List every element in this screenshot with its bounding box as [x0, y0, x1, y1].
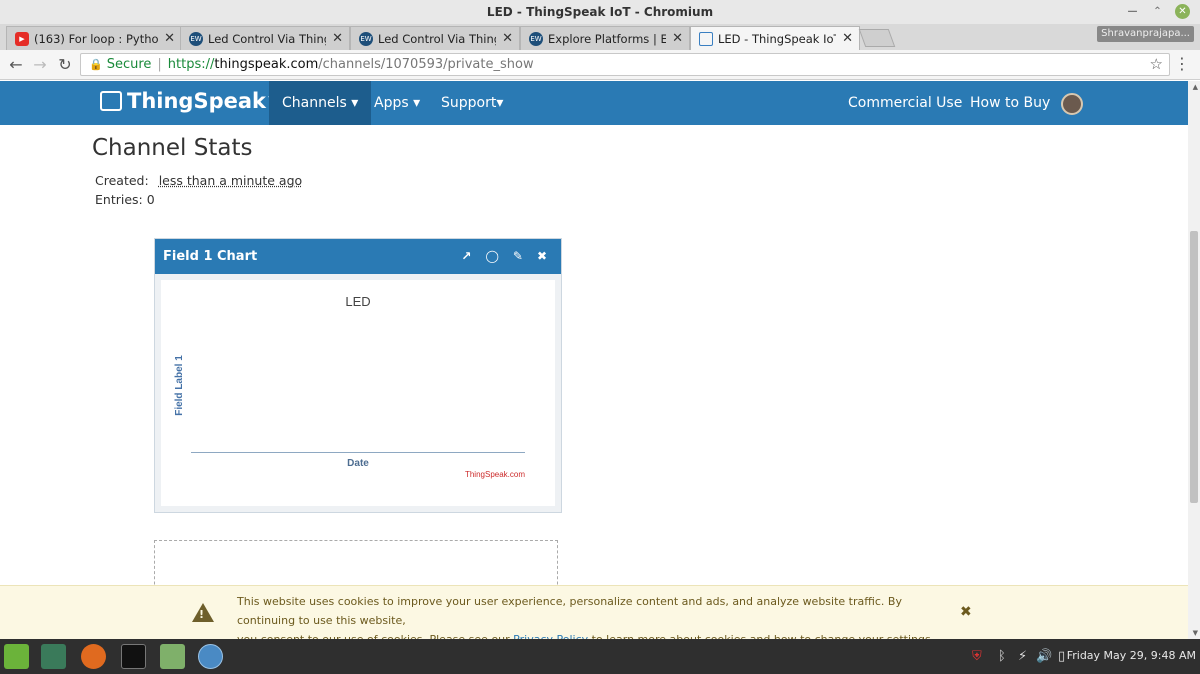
window-title: LED - ThingSpeak IoT - Chromium	[486, 5, 714, 19]
address-separator: |	[157, 57, 162, 72]
minimize-icon[interactable]: —	[1125, 4, 1140, 19]
nav-commercial-use[interactable]: Commercial Use	[835, 81, 975, 125]
window-title-bar: LED - ThingSpeak IoT - Chromium — ⌃ ✕	[0, 0, 1200, 24]
logo-text: ThingSpeak	[127, 89, 266, 113]
bookmark-star-icon[interactable]: ☆	[1150, 54, 1163, 75]
tab-label: Explore Platforms | Ele	[548, 31, 667, 46]
thingspeak-icon	[699, 31, 713, 46]
close-window-icon[interactable]: ✕	[1175, 4, 1190, 19]
tab-label: LED - ThingSpeak IoT	[718, 31, 837, 46]
lock-icon: 🔒	[89, 58, 103, 71]
cookie-close-icon[interactable]: ✖	[960, 604, 972, 620]
cookie-line-1: This website uses cookies to improve you…	[237, 595, 902, 627]
new-tab-button[interactable]	[858, 29, 896, 47]
thingspeak-navbar: ThingSpeak™ Channels ▾ Apps ▾ Support▾ C…	[0, 81, 1188, 125]
tab-led-control-1[interactable]: EW Led Control Via Thingsp ✕	[180, 26, 350, 50]
tab-youtube[interactable]: ▶ (163) For loop : Python t ✕	[6, 26, 182, 50]
tab-label: Led Control Via Thingsp	[378, 31, 496, 46]
y-axis-label: Field Label 1	[173, 355, 185, 416]
widget-title: Field 1 Chart	[163, 249, 258, 264]
thingspeak-logo-icon	[100, 91, 122, 111]
browser-toolbar: ← → ↻ 🔒 Secure | https://thingspeak.com/cha…	[0, 50, 1200, 80]
edit-pencil-icon[interactable]: ✎	[513, 239, 523, 274]
volume-icon[interactable]: 🔊	[1036, 649, 1052, 664]
entries-count: Entries: 0	[95, 192, 155, 207]
page-scrollbar[interactable]: ▲ ▼	[1188, 81, 1200, 639]
network-icon[interactable]: ⚡	[1018, 649, 1027, 664]
forward-arrow-icon[interactable]: →	[30, 55, 50, 74]
tab-close-icon[interactable]: ✕	[672, 31, 683, 46]
os-taskbar: ⛨ ᛒ ⚡ 🔊 ▯ Friday May 29, 9:48 AM	[0, 639, 1200, 674]
tab-label: (163) For loop : Python t	[34, 31, 159, 46]
cookie-banner: ! This website uses cookies to improve y…	[0, 585, 1188, 646]
tab-close-icon[interactable]: ✕	[332, 31, 343, 46]
terminal-icon[interactable]	[121, 644, 146, 669]
chromium-icon[interactable]	[198, 644, 223, 669]
taskbar-clock[interactable]: Friday May 29, 9:48 AM	[1067, 649, 1196, 662]
scroll-down-icon[interactable]: ▼	[1193, 629, 1198, 637]
nav-channels[interactable]: Channels ▾	[269, 81, 372, 125]
tab-label: Led Control Via Thingsp	[208, 31, 326, 46]
show-desktop-icon[interactable]	[41, 644, 66, 669]
chart-area: LED Field Label 1 Date ThingSpeak.com	[161, 280, 555, 506]
tab-strip: ▶ (163) For loop : Python t ✕ EW Led Con…	[0, 24, 1200, 50]
nav-apps[interactable]: Apps ▾	[361, 81, 433, 125]
x-axis-line	[191, 452, 525, 453]
youtube-icon: ▶	[15, 31, 29, 46]
chart-title: LED	[345, 294, 371, 309]
nav-support[interactable]: Support▾	[428, 81, 516, 125]
url-path: /channels/1070593/private_show	[318, 57, 534, 72]
user-avatar[interactable]	[1061, 93, 1083, 115]
tab-led-control-2[interactable]: EW Led Control Via Thingsp ✕	[350, 26, 520, 50]
thingspeak-logo[interactable]: ThingSpeak™	[100, 89, 276, 113]
reload-icon[interactable]: ↻	[55, 55, 75, 74]
browser-menu-icon[interactable]: ⋮	[1174, 54, 1190, 73]
chart-credit-link[interactable]: ThingSpeak.com	[465, 470, 525, 479]
created-row: Created: less than a minute ago	[95, 173, 302, 188]
created-label: Created:	[95, 173, 149, 188]
tab-close-icon[interactable]: ✕	[502, 31, 513, 46]
files-icon[interactable]	[160, 644, 185, 669]
window-controls: — ⌃ ✕	[1125, 4, 1190, 19]
nav-how-to-buy[interactable]: How to Buy	[957, 81, 1063, 125]
comment-icon[interactable]: ◯	[485, 239, 498, 274]
field1-chart-widget: Field 1 Chart ↗ ◯ ✎ ✖ LED Field Label 1 …	[154, 238, 562, 513]
ew-icon: EW	[359, 31, 373, 46]
external-link-icon[interactable]: ↗	[461, 239, 471, 274]
tab-thingspeak-active[interactable]: LED - ThingSpeak IoT ✕	[690, 26, 860, 50]
back-arrow-icon[interactable]: ←	[6, 55, 26, 74]
address-bar[interactable]: 🔒 Secure | https://thingspeak.com/channels/…	[80, 53, 1170, 76]
widget-actions: ↗ ◯ ✎ ✖	[461, 239, 547, 274]
tab-close-icon[interactable]: ✕	[842, 31, 853, 46]
created-value: less than a minute ago	[158, 173, 303, 188]
shield-icon[interactable]: ⛨	[972, 649, 982, 664]
bluetooth-icon[interactable]: ᛒ	[998, 649, 1006, 664]
url-protocol: https://	[167, 57, 215, 72]
widget-header: Field 1 Chart ↗ ◯ ✎ ✖	[155, 239, 561, 274]
x-axis-label: Date	[347, 458, 369, 469]
scrollbar-thumb[interactable]	[1190, 231, 1198, 503]
tab-explore-platforms[interactable]: EW Explore Platforms | Ele ✕	[520, 26, 690, 50]
url-host: thingspeak.com	[214, 57, 319, 72]
secure-label: Secure	[106, 57, 152, 72]
profile-button[interactable]: Shravanprajapa...	[1097, 26, 1194, 42]
ew-icon: EW	[189, 31, 203, 46]
ew-icon: EW	[529, 31, 543, 46]
warning-mark: !	[199, 608, 205, 621]
battery-icon[interactable]: ▯	[1058, 649, 1065, 664]
firefox-icon[interactable]	[81, 644, 106, 669]
scroll-up-icon[interactable]: ▲	[1193, 83, 1198, 91]
maximize-icon[interactable]: ⌃	[1150, 4, 1165, 19]
mint-menu-icon[interactable]	[4, 644, 29, 669]
channel-stats-heading: Channel Stats	[92, 135, 253, 161]
tab-close-icon[interactable]: ✕	[164, 31, 175, 46]
close-icon[interactable]: ✖	[537, 239, 547, 274]
